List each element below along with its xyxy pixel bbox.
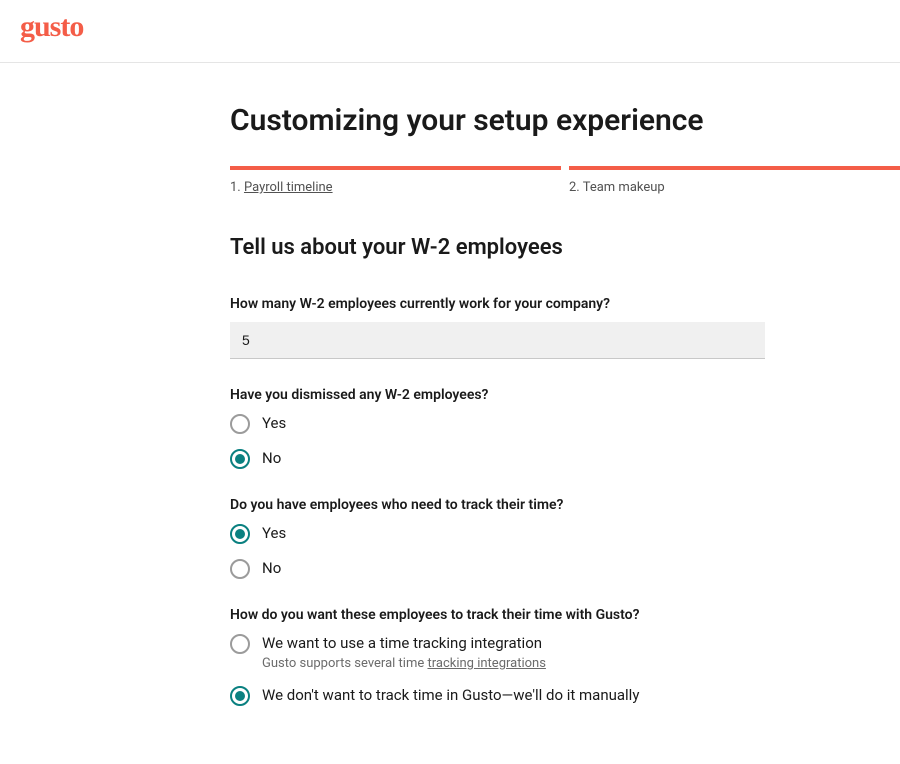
main-content: Customizing your setup experience 1. Pay… [0,63,900,764]
question-employee-count: How many W-2 employees currently work fo… [230,296,765,359]
progress-step-2: 2. Team makeup [569,166,900,195]
header: gusto [0,0,900,63]
radio-icon [230,559,250,579]
employee-count-label: How many W-2 employees currently work fo… [230,296,765,312]
dismissed-radio-yes[interactable]: Yes [230,413,765,434]
track-time-radio-no[interactable]: No [230,558,765,579]
progress-bar-1 [230,166,561,170]
track-method-radio-integration[interactable]: We want to use a time tracking integrati… [230,633,765,671]
track-time-radio-yes[interactable]: Yes [230,523,765,544]
radio-icon [230,524,250,544]
radio-label: We don't want to track time in Gusto—we'… [262,685,639,706]
radio-icon [230,414,250,434]
question-track-method: How do you want these employees to track… [230,607,765,706]
progress-step-1-label: 1. Payroll timeline [230,180,561,195]
tracking-integrations-link[interactable]: tracking integrations [427,656,545,671]
payroll-timeline-link[interactable]: Payroll timeline [244,180,333,195]
track-method-radio-manual[interactable]: We don't want to track time in Gusto—we'… [230,685,765,706]
track-method-label: How do you want these employees to track… [230,607,765,623]
track-time-label: Do you have employees who need to track … [230,497,765,513]
progress-step-1: 1. Payroll timeline [230,166,561,195]
radio-label: No [262,558,281,579]
radio-label: Yes [262,523,286,544]
progress-steps: 1. Payroll timeline 2. Team makeup [230,166,900,195]
question-track-time: Do you have employees who need to track … [230,497,765,579]
section-title: Tell us about your W-2 employees [230,235,900,260]
dismissed-radio-no[interactable]: No [230,448,765,469]
radio-label: Yes [262,413,286,434]
progress-bar-2 [569,166,900,170]
progress-step-2-label: 2. Team makeup [569,180,900,195]
gusto-logo: gusto [20,10,880,44]
question-dismissed: Have you dismissed any W-2 employees? Ye… [230,387,765,469]
radio-label: We want to use a time tracking integrati… [262,633,546,654]
page-title: Customizing your setup experience [230,103,900,138]
dismissed-label: Have you dismissed any W-2 employees? [230,387,765,403]
radio-label: No [262,448,281,469]
radio-icon [230,686,250,706]
radio-icon [230,449,250,469]
employee-count-input[interactable] [230,322,765,359]
radio-subtext: Gusto supports several time tracking int… [262,656,546,671]
radio-icon [230,634,250,654]
